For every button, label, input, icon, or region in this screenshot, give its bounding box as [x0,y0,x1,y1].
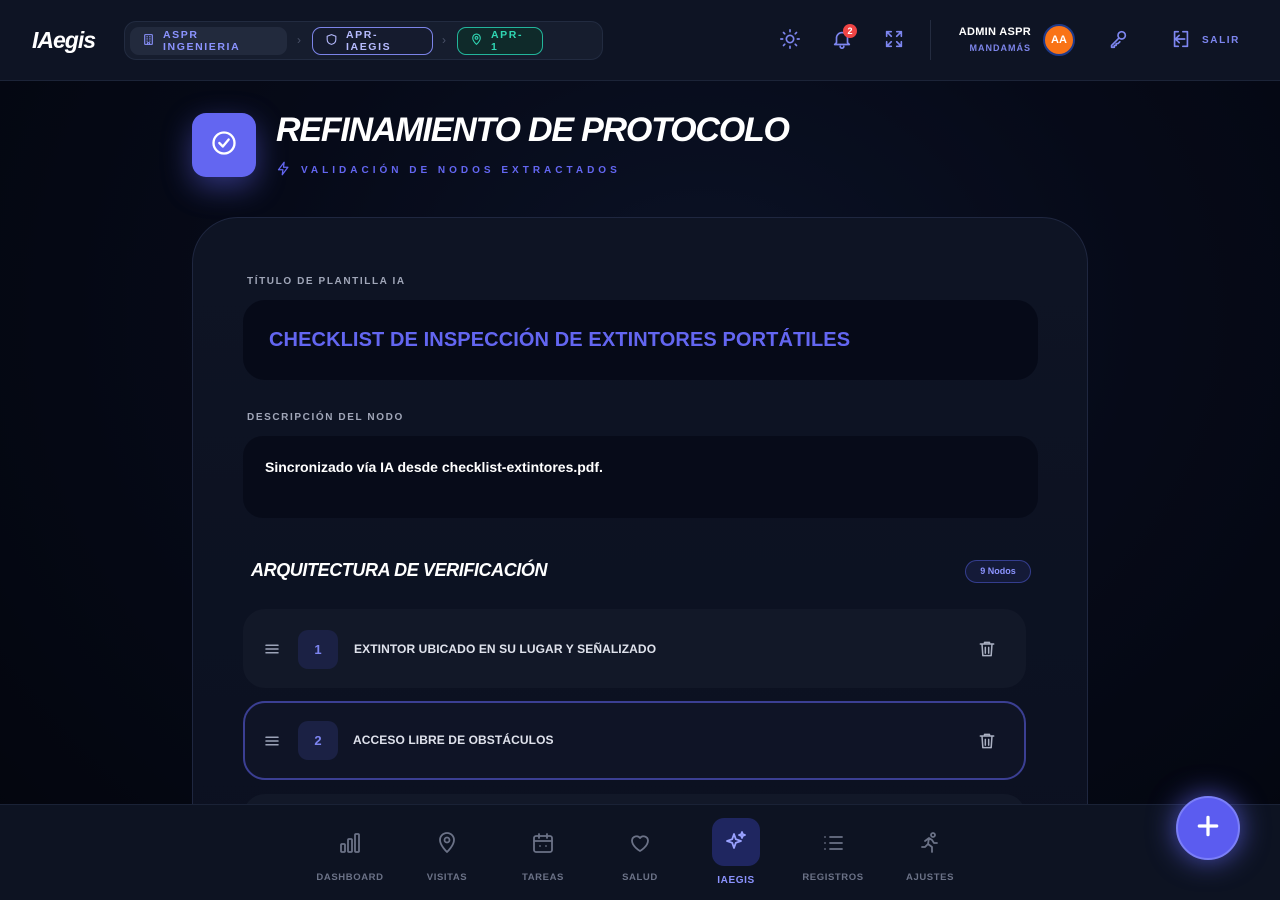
page-subtitle: VALIDACIÓN DE NODOS EXTRACTADOS [276,161,621,179]
sun-icon [779,29,801,54]
architecture-title: ARQUITECTURA DE VERIFICACIÓN [251,560,548,580]
logout-label: SALIR [1202,34,1240,46]
shield-icon [325,33,338,49]
bell-icon [831,31,853,54]
expand-icon [883,30,905,54]
nav-label: TAREAS [522,872,564,883]
breadcrumb-item-project[interactable]: APR-IAEGIS [312,27,433,55]
notification-count-badge: 2 [843,24,857,38]
lightning-icon [276,161,291,179]
nav-label: DASHBOARD [316,872,384,883]
breadcrumb-label: APR-1 [491,29,524,53]
fullscreen-button[interactable] [883,28,907,52]
drag-handle-icon[interactable] [263,732,281,750]
notifications-button[interactable]: 2 [831,24,857,54]
node-row[interactable]: 1 EXTINTOR UBICADO EN SU LUGAR Y SEÑALIZ… [243,609,1026,688]
breadcrumb-item-site[interactable]: APR-1 [457,27,543,55]
node-number: 2 [298,721,338,760]
nav-item-tareas[interactable]: TAREAS [495,805,591,900]
plus-icon [1195,813,1221,844]
chevron-right-icon: › [442,33,446,47]
user-role: MANDAMÁS [969,43,1031,53]
breadcrumb-item-company[interactable]: ASPR INGENIERIA [130,27,287,55]
node-count-badge: 9 Nodos [965,560,1031,583]
app-root: IAegis ASPR INGENIERIA › APR-IAEGIS › AP… [0,0,1280,900]
nav-item-iaegis[interactable]: IAEGIS [688,805,784,900]
page-title: REFINAMIENTO DE PROTOCOLO [276,111,790,149]
template-title-input[interactable]: CHECKLIST DE INSPECCIÓN DE EXTINTORES PO… [243,300,1038,380]
logout-button[interactable]: SALIR [1170,28,1240,52]
nav-label: IAEGIS [717,875,755,886]
building-icon [142,33,155,49]
top-bar: IAegis ASPR INGENIERIA › APR-IAEGIS › AP… [0,0,1280,81]
node-label[interactable]: ACCESO LIBRE DE OBSTÁCULOS [353,733,554,747]
chevron-right-icon: › [297,33,301,47]
list-icon [821,831,845,855]
check-circle-icon [210,129,238,162]
breadcrumb-label: ASPR INGENIERIA [163,29,241,53]
nav-label: VISITAS [426,872,468,883]
user-name: ADMIN ASPR [958,26,1031,38]
breadcrumb: ASPR INGENIERIA › APR-IAEGIS › APR-1 [124,21,603,60]
node-number: 1 [298,630,338,669]
nav-item-ajustes[interactable]: AJUSTES [882,805,978,900]
nav-item-registros[interactable]: REGISTROS [785,805,881,900]
avatar[interactable]: AA [1043,24,1075,56]
heart-icon [628,831,652,855]
nav-item-visitas[interactable]: VISITAS [399,805,495,900]
calendar-icon [531,831,555,855]
nav-label: SALUD [622,872,658,883]
nav-item-dashboard[interactable]: DASHBOARD [302,805,398,900]
theme-toggle-button[interactable] [779,28,803,52]
running-person-icon [918,831,942,855]
protocol-card: TÍTULO DE PLANTILLA IA CHECKLIST DE INSP… [192,217,1088,900]
map-pin-icon [470,33,483,49]
map-pin-icon [435,831,459,855]
page-header-badge [192,113,256,177]
trash-icon[interactable] [977,639,997,659]
description-textarea[interactable]: Sincronizado vía IA desde checklist-exti… [243,436,1038,518]
add-node-button[interactable] [1176,796,1240,860]
node-label[interactable]: EXTINTOR UBICADO EN SU LUGAR Y SEÑALIZAD… [354,642,656,656]
password-key-button[interactable] [1107,28,1131,52]
drag-handle-icon[interactable] [263,640,281,658]
key-icon [1107,30,1129,54]
breadcrumb-label: APR-IAEGIS [346,29,392,53]
bottom-nav: DASHBOARD VISITAS TAREAS SALUD IAEGIS RE… [0,804,1280,900]
trash-icon[interactable] [977,731,997,751]
nav-label: REGISTROS [802,872,864,883]
node-row[interactable]: 2 ACCESO LIBRE DE OBSTÁCULOS [243,701,1026,780]
nav-label: AJUSTES [905,872,955,883]
sparkles-icon [724,830,748,854]
nav-item-salud[interactable]: SALUD [592,805,688,900]
template-title-label: TÍTULO DE PLANTILLA IA [247,276,406,287]
logout-icon [1170,28,1192,53]
page-subtitle-text: VALIDACIÓN DE NODOS EXTRACTADOS [301,164,621,176]
description-label: DESCRIPCIÓN DEL NODO [247,412,404,423]
app-logo[interactable]: IAegis [32,27,96,54]
bar-chart-icon [338,831,362,855]
